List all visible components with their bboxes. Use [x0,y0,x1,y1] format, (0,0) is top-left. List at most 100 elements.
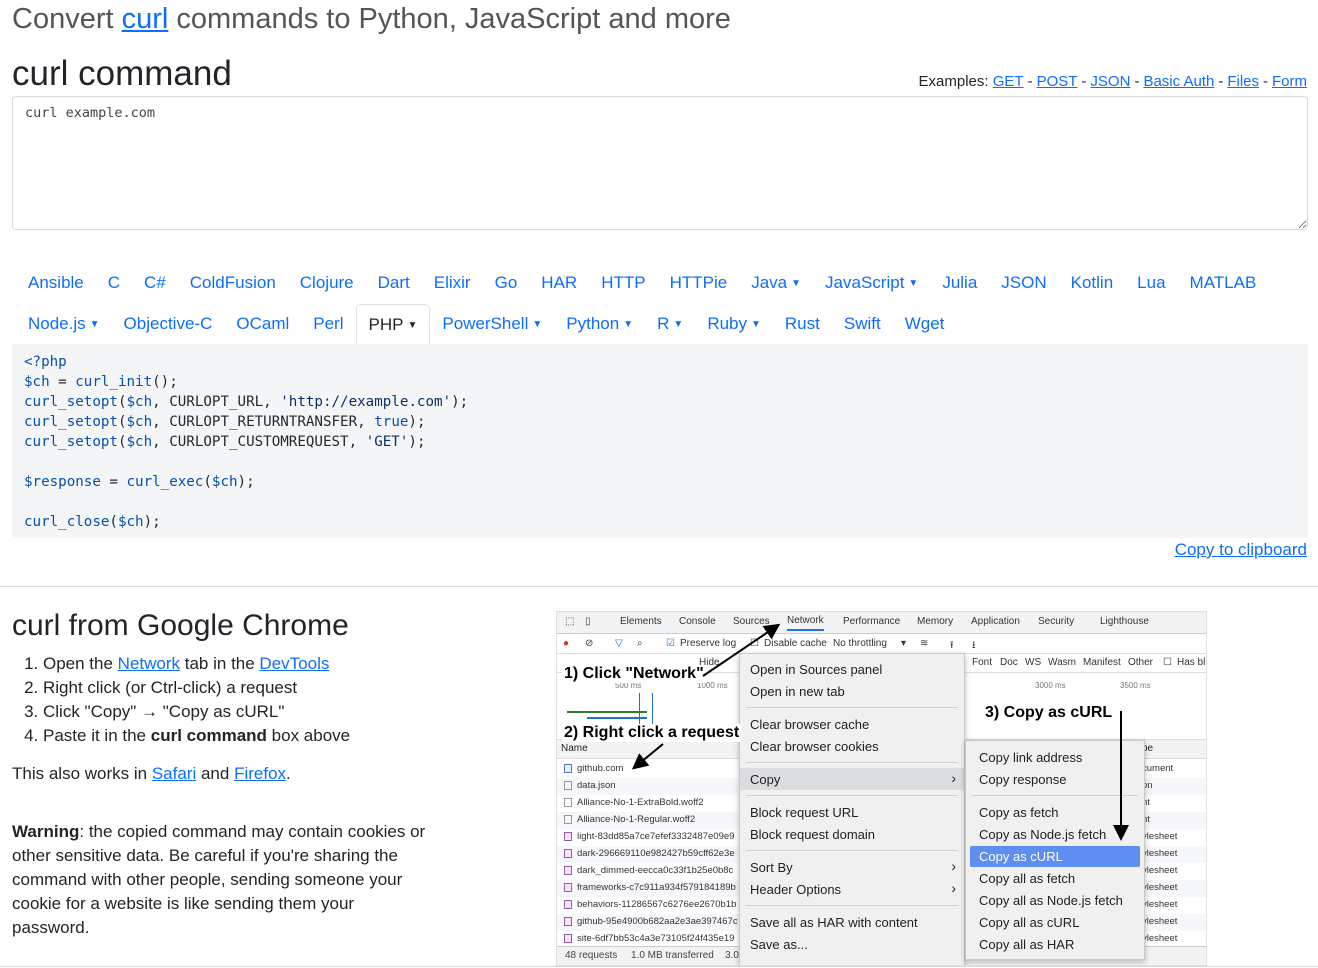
language-tab-coldfusion[interactable]: ColdFusion [178,263,288,303]
language-tab-label: C# [144,273,166,292]
code-line: $ch = curl_init(); [24,374,178,390]
language-tab-label: Rust [784,314,820,333]
language-tab-java[interactable]: Java ▼ [739,263,813,303]
language-tab-label: JSON [1001,273,1047,292]
language-tab-label: ColdFusion [189,273,276,292]
language-tab-ocaml[interactable]: OCaml [224,304,301,344]
caret-down-icon: ▼ [532,319,543,330]
language-tab-label: HAR [541,273,578,292]
language-tab-label: C [107,273,121,292]
language-tab-python[interactable]: Python ▼ [554,304,645,344]
language-tab-r[interactable]: R ▼ [645,304,695,344]
step-2: Right click (or Ctrl-click) a request [43,676,350,700]
language-tab-label: Lua [1137,273,1166,292]
language-tab-label: JavaScript [825,273,905,292]
language-tab-powershell[interactable]: PowerShell ▼ [430,304,554,344]
example-post-link[interactable]: POST [1037,73,1078,90]
also-works-text: This also works in Safari and Firefox. [12,764,291,783]
language-tab-php[interactable]: PHP ▼ [355,304,431,344]
language-tab-node-js[interactable]: Node.js ▼ [16,304,112,344]
language-tab-label: Swift [843,314,881,333]
language-tab-label: Wget [904,314,945,333]
example-form-link[interactable]: Form [1272,73,1307,90]
firefox-link[interactable]: Firefox [234,764,286,783]
language-tab-ansible[interactable]: Ansible [16,263,96,303]
language-tab-kotlin[interactable]: Kotlin [1059,263,1126,303]
language-tab-c[interactable]: C [96,263,132,303]
language-tab-json[interactable]: JSON [989,263,1058,303]
example-files-link[interactable]: Files [1227,73,1259,90]
language-tab-label: Dart [377,273,410,292]
warning-text: Warning: the copied command may contain … [12,822,426,937]
devtools-link[interactable]: DevTools [259,654,329,673]
caret-down-icon: ▼ [673,319,684,330]
caret-down-icon: ▼ [407,320,418,331]
language-tab-wget[interactable]: Wget [893,304,957,344]
language-tab-label: PowerShell [442,314,529,333]
caret-down-icon: ▼ [751,319,761,330]
language-tab-http[interactable]: HTTP [589,263,657,303]
copy-to-clipboard-link[interactable]: Copy to clipboard [1175,540,1307,560]
headline-post: commands to Python, JavaScript and more [168,3,731,35]
language-tab-objective-c[interactable]: Objective-C [112,304,225,344]
language-tab-label: MATLAB [1189,273,1257,292]
language-tab-label: Objective-C [123,314,213,333]
step-3: Click "Copy" → "Copy as cURL" [43,700,350,724]
language-tab-label: Elixir [433,273,471,292]
language-tab-label: Ansible [28,273,84,292]
code-line: curl_setopt($ch, CURLOPT_CUSTOMREQUEST, … [24,434,426,450]
caret-down-icon: ▼ [908,278,919,289]
language-tab-httpie[interactable]: HTTPie [658,263,740,303]
language-tab-rust[interactable]: Rust [773,304,832,344]
language-tab-dart[interactable]: Dart [366,263,422,303]
language-tab-lua[interactable]: Lua [1125,263,1177,303]
annotation-arrows [631,623,1129,841]
page-headline: Convert curl commands to Python, JavaScr… [12,3,731,36]
language-tab-label: Java [751,273,788,292]
chrome-section-title: curl from Google Chrome [12,609,349,642]
devtools-screenshot: ⬚ ▯ Elements Console Sources Network Per… [556,611,1207,966]
code-line: curl_setopt($ch, CURLOPT_URL, 'http://ex… [24,394,469,410]
curl-command-input[interactable]: curl example.com [12,96,1308,230]
language-tab-matlab[interactable]: MATLAB [1178,263,1269,303]
language-tab-label: HTTPie [669,273,728,292]
language-tab-label: Perl [313,314,344,333]
language-tab-label: Ruby [707,314,747,333]
network-link[interactable]: Network [118,654,180,673]
language-tab-csharp[interactable]: C# [132,263,178,303]
step-4: Paste it in the curl command box above [43,724,350,748]
example-get-link[interactable]: GET [993,73,1024,90]
examples-label: Examples: [918,73,989,90]
language-tab-javascript[interactable]: JavaScript ▼ [813,263,930,303]
example-basic-auth-link[interactable]: Basic Auth [1143,73,1214,90]
language-tabs-row-2: Node.js ▼ Objective-C OCaml Perl PHP ▼ PowerShe… [16,304,956,344]
code-line: curl_setopt($ch, CURLOPT_RETURNTRANSFER,… [24,414,426,430]
caret-down-icon: ▼ [791,278,802,289]
safari-link[interactable]: Safari [152,764,196,783]
section-divider [0,586,1318,587]
example-json-link[interactable]: JSON [1090,73,1130,90]
language-tab-label: Node.js [28,314,86,333]
language-tab-label: R [657,314,670,333]
step-1: Open the Network tab in the DevTools [43,652,350,676]
language-tab-clojure[interactable]: Clojure [288,263,366,303]
language-tab-go[interactable]: Go [483,263,530,303]
curl-link[interactable]: curl [122,3,169,35]
language-tab-label: HTTP [601,273,646,292]
language-tab-elixir[interactable]: Elixir [422,263,483,303]
curl-command-title: curl command [12,54,232,93]
language-tab-har[interactable]: HAR [529,263,589,303]
language-tab-swift[interactable]: Swift [832,304,893,344]
caret-down-icon: ▼ [623,319,634,330]
chrome-steps-list: Open the Network tab in the DevTools Rig… [12,652,350,748]
headline-pre: Convert [12,3,122,35]
language-tab-label: PHP [368,315,404,334]
language-tab-ruby[interactable]: Ruby ▼ [695,304,773,344]
caret-down-icon: ▼ [89,319,100,330]
code-line: <?php [24,354,67,370]
language-tab-perl[interactable]: Perl [301,304,355,344]
language-tab-label: Kotlin [1070,273,1114,292]
language-tab-julia[interactable]: Julia [930,263,989,303]
